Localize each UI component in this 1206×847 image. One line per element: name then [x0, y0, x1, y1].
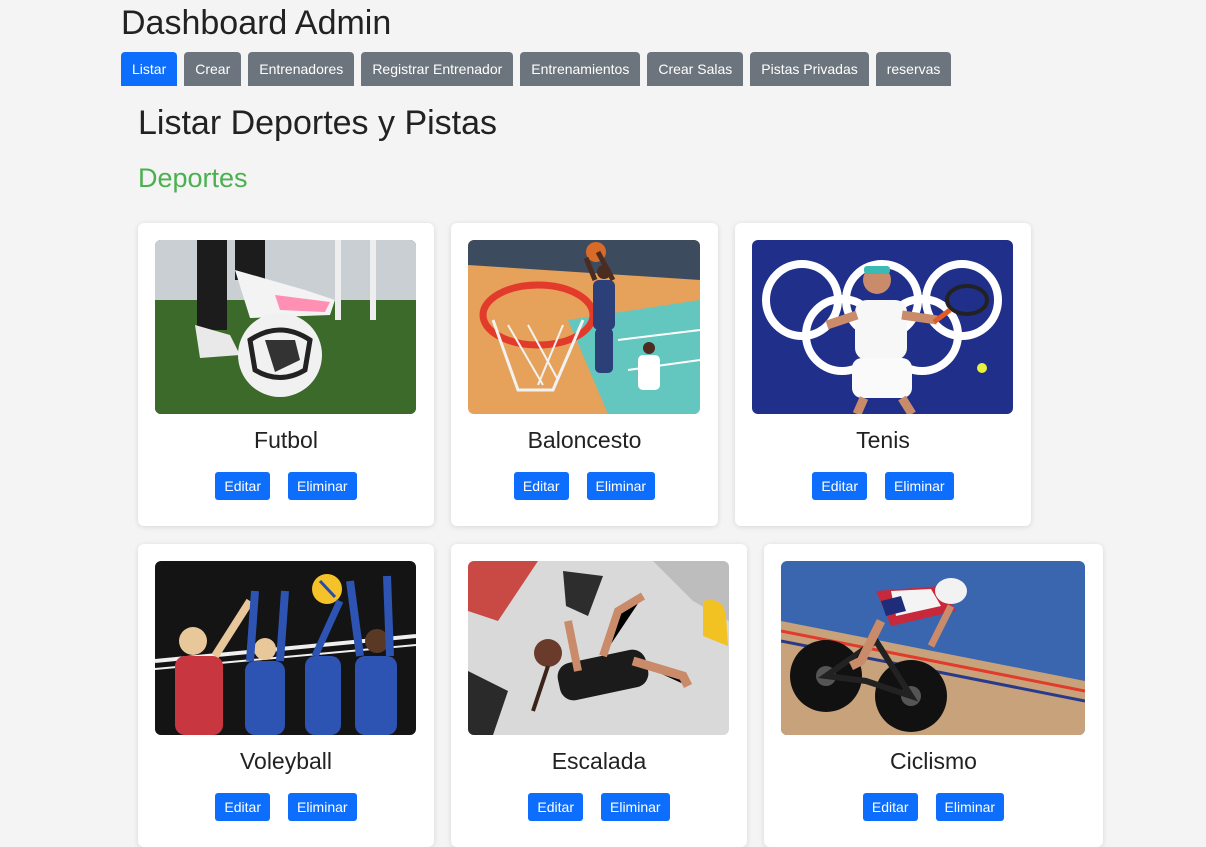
edit-button[interactable]: Editar: [215, 472, 270, 500]
edit-button[interactable]: Editar: [862, 793, 918, 821]
edit-button[interactable]: Editar: [513, 472, 569, 500]
sport-name: Escalada: [551, 748, 647, 774]
sport-card-escalada: Escalada Editar Eliminar: [451, 544, 747, 847]
nav-pistas-privadas-button[interactable]: Pistas Privadas: [750, 52, 869, 86]
page-title: Listar Deportes y Pistas: [138, 104, 498, 142]
card-actions: Editar Eliminar: [735, 472, 1031, 500]
nav-crear-button[interactable]: Crear: [184, 52, 242, 86]
edit-button[interactable]: Editar: [215, 793, 270, 821]
card-actions: Editar Eliminar: [451, 472, 718, 500]
delete-button[interactable]: Eliminar: [601, 793, 670, 821]
sport-card-baloncesto: Baloncesto Editar Eliminar: [451, 223, 718, 526]
card-actions: Editar Eliminar: [138, 793, 434, 821]
nav-entrenadores-button[interactable]: Entrenadores: [248, 52, 355, 86]
climbing-photo: [468, 561, 729, 735]
delete-button[interactable]: Eliminar: [935, 793, 1005, 821]
nav-entrenamientos-button[interactable]: Entrenamientos: [520, 52, 641, 86]
card-actions: Editar Eliminar: [138, 472, 434, 500]
edit-button[interactable]: Editar: [812, 472, 867, 500]
delete-button[interactable]: Eliminar: [885, 472, 954, 500]
sport-card-ciclismo: Ciclismo Editar Eliminar: [764, 544, 1103, 847]
app-title: Dashboard Admin: [121, 4, 392, 42]
card-actions: Editar Eliminar: [764, 793, 1103, 821]
nav-tabs: Listar Crear Entrenadores Registrar Entr…: [121, 52, 958, 86]
sport-card-tenis: Tenis Editar Eliminar: [735, 223, 1031, 526]
sport-name: Baloncesto: [527, 427, 642, 453]
basketball-photo: [468, 240, 700, 414]
volleyball-photo: [155, 561, 416, 735]
sport-card-futbol: Futbol Editar Eliminar: [138, 223, 434, 526]
soccer-photo: [155, 240, 416, 414]
nav-crear-salas-button[interactable]: Crear Salas: [647, 52, 744, 86]
sport-name: Tenis: [856, 427, 910, 453]
main-content: Listar Deportes y Pistas Deportes Futbol: [121, 86, 1206, 847]
delete-button[interactable]: Eliminar: [586, 472, 656, 500]
nav-listar-button[interactable]: Listar: [121, 52, 178, 86]
card-actions: Editar Eliminar: [451, 793, 747, 821]
cycling-photo: [781, 561, 1085, 735]
section-title: Deportes: [138, 163, 248, 193]
sport-name: Ciclismo: [890, 748, 977, 774]
sport-name: Voleyball: [239, 748, 333, 774]
nav-registrar-entrenador-button[interactable]: Registrar Entrenador: [361, 52, 514, 86]
sport-name: Futbol: [254, 427, 318, 453]
nav-reservas-button[interactable]: reservas: [875, 52, 952, 86]
edit-button[interactable]: Editar: [528, 793, 583, 821]
sport-card-voleyball: Voleyball Editar Eliminar: [138, 544, 434, 847]
delete-button[interactable]: Eliminar: [288, 472, 357, 500]
tennis-photo: [752, 240, 1013, 414]
delete-button[interactable]: Eliminar: [288, 793, 357, 821]
